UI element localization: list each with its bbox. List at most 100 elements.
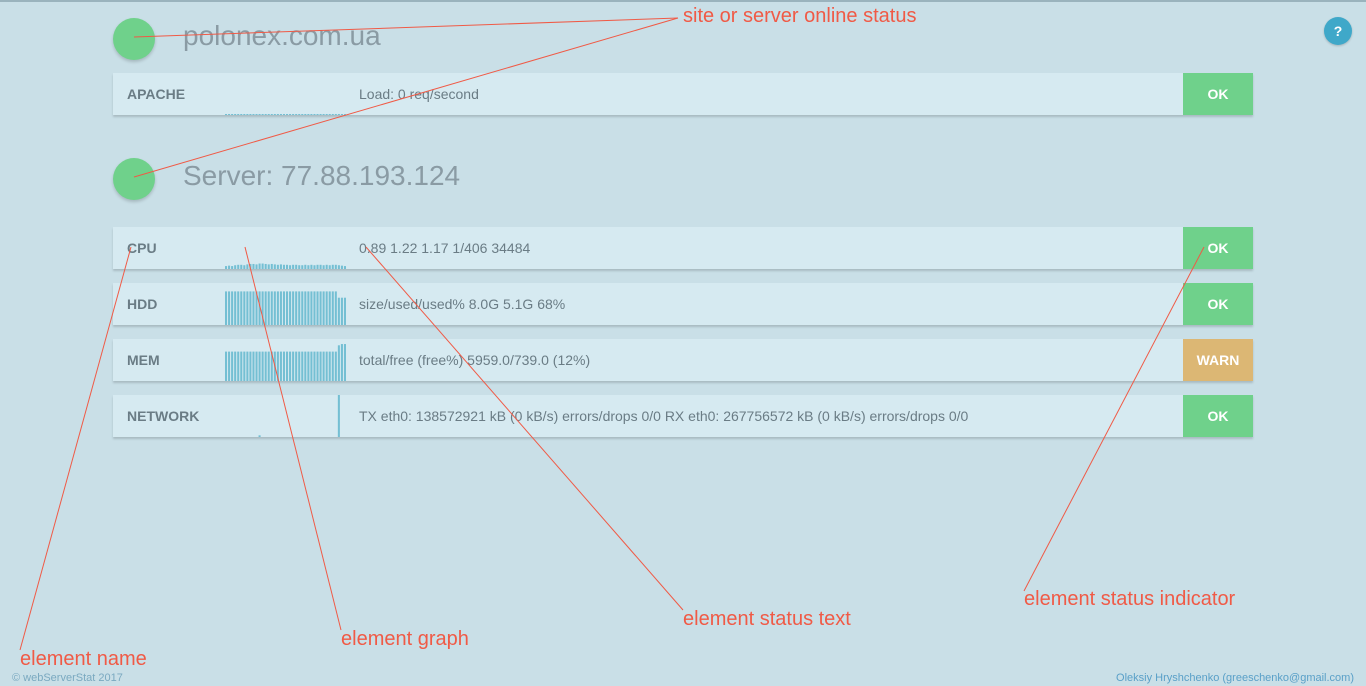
graph-bar <box>246 351 249 381</box>
graph-bar <box>252 351 255 381</box>
graph-bar <box>295 264 298 269</box>
element-status-text: 0.89 1.22 1.17 1/406 34484 <box>359 240 531 256</box>
element-status-text: total/free (free%) 5959.0/739.0 (12%) <box>359 352 591 368</box>
annotation-element-name: element name <box>20 648 147 670</box>
graph-bar <box>234 351 237 381</box>
graph-bar <box>340 297 343 325</box>
graph-bar <box>246 264 249 269</box>
graph-bar <box>246 114 249 115</box>
graph-bar <box>279 264 282 269</box>
graph-bar <box>249 351 252 381</box>
top-border <box>0 0 1366 2</box>
graph-bar <box>276 351 279 381</box>
graph-bar <box>273 291 276 325</box>
graph-bar <box>337 395 340 437</box>
site-title: polonex.com.ua <box>183 20 381 51</box>
graph-bar <box>240 114 243 115</box>
graph-bar <box>282 114 285 115</box>
graph-bar <box>240 351 243 381</box>
graph-bar <box>243 114 246 115</box>
graph-bar <box>313 291 316 325</box>
graph-bar <box>304 351 307 381</box>
graph-bar <box>231 114 234 115</box>
graph-bar <box>270 291 273 325</box>
element-name: APACHE <box>127 86 186 102</box>
graph-bar <box>322 265 325 269</box>
graph-bar <box>273 264 276 269</box>
graph-bar <box>322 351 325 381</box>
graph-bar <box>234 291 237 325</box>
graph-bar <box>264 114 267 115</box>
graph-bar <box>261 114 264 115</box>
graph-bar <box>307 265 310 269</box>
graph-bar <box>289 114 292 115</box>
monitor-row-mem: MEM total/free (free%) 5959.0/739.0 (12%… <box>113 339 1253 381</box>
graph-bar <box>307 351 310 381</box>
element-status-indicator: OK <box>1183 283 1253 325</box>
graph-bar <box>270 263 273 269</box>
graph-bar <box>237 114 240 115</box>
annotation-status-indicator: element status indicator <box>1024 588 1236 610</box>
graph-bar <box>289 351 292 381</box>
graph-bar <box>337 265 340 269</box>
graph-bar <box>301 351 304 381</box>
monitor-row-hdd: HDD size/used/used% 8.0G 5.1G 68% OK <box>113 283 1253 325</box>
graph-bar <box>319 114 322 115</box>
graph-bar <box>228 265 231 269</box>
element-status-text: TX eth0: 138572921 kB (0 kB/s) errors/dr… <box>359 408 969 424</box>
footer-author: Oleksiy Hryshchenko (greeschenko@gmail.c… <box>1116 672 1354 684</box>
graph-bar <box>228 351 231 381</box>
monitor-row-cpu: CPU 0.89 1.22 1.17 1/406 34484 OK <box>113 227 1253 269</box>
graph-bar <box>340 114 343 115</box>
graph-bar <box>286 264 289 269</box>
graph-bar <box>310 114 313 115</box>
graph-bar <box>319 351 322 381</box>
graph-bar <box>276 264 279 269</box>
graph-bar <box>307 291 310 325</box>
graph-bar <box>240 264 243 269</box>
graph-bar <box>246 291 249 325</box>
graph-bar <box>234 265 237 269</box>
graph-bar <box>282 264 285 269</box>
graph-bar <box>225 291 228 325</box>
graph-bar <box>337 345 340 381</box>
graph-bar <box>322 114 325 115</box>
graph-bar <box>313 114 316 115</box>
graph-bar <box>249 263 252 269</box>
graph-bar <box>231 291 234 325</box>
graph-bar <box>261 291 264 325</box>
graph-bar <box>313 265 316 269</box>
graph-bar <box>334 291 337 325</box>
element-status-indicator: OK <box>1183 227 1253 269</box>
graph-bar <box>231 266 234 269</box>
graph-bar <box>292 264 295 269</box>
graph-bar <box>334 351 337 381</box>
graph-bar <box>267 291 270 325</box>
graph-bar <box>310 351 313 381</box>
graph-bar <box>258 291 261 325</box>
graph-bar <box>304 264 307 269</box>
graph-bar <box>319 291 322 325</box>
graph-bar <box>292 114 295 115</box>
element-graph <box>225 114 346 115</box>
graph-bar <box>267 264 270 269</box>
element-name: HDD <box>127 296 158 312</box>
element-name: CPU <box>127 240 157 256</box>
graph-bar <box>276 291 279 325</box>
graph-bar <box>258 351 261 381</box>
element-status-indicator: OK <box>1183 73 1253 115</box>
graph-bar <box>237 291 240 325</box>
monitor-row-network: NETWORK TX eth0: 138572921 kB (0 kB/s) e… <box>113 395 1253 437</box>
graph-bar <box>328 291 331 325</box>
graph-bar <box>304 291 307 325</box>
help-button[interactable]: ? <box>1324 17 1352 45</box>
graph-bar <box>252 263 255 269</box>
graph-bar <box>231 351 234 381</box>
graph-bar <box>225 351 228 381</box>
graph-bar <box>295 351 298 381</box>
element-status-indicator: OK <box>1183 395 1253 437</box>
graph-bar <box>225 114 228 115</box>
footer-copyright: © webServerStat 2017 <box>12 672 123 684</box>
graph-bar <box>252 291 255 325</box>
graph-bar <box>337 297 340 325</box>
